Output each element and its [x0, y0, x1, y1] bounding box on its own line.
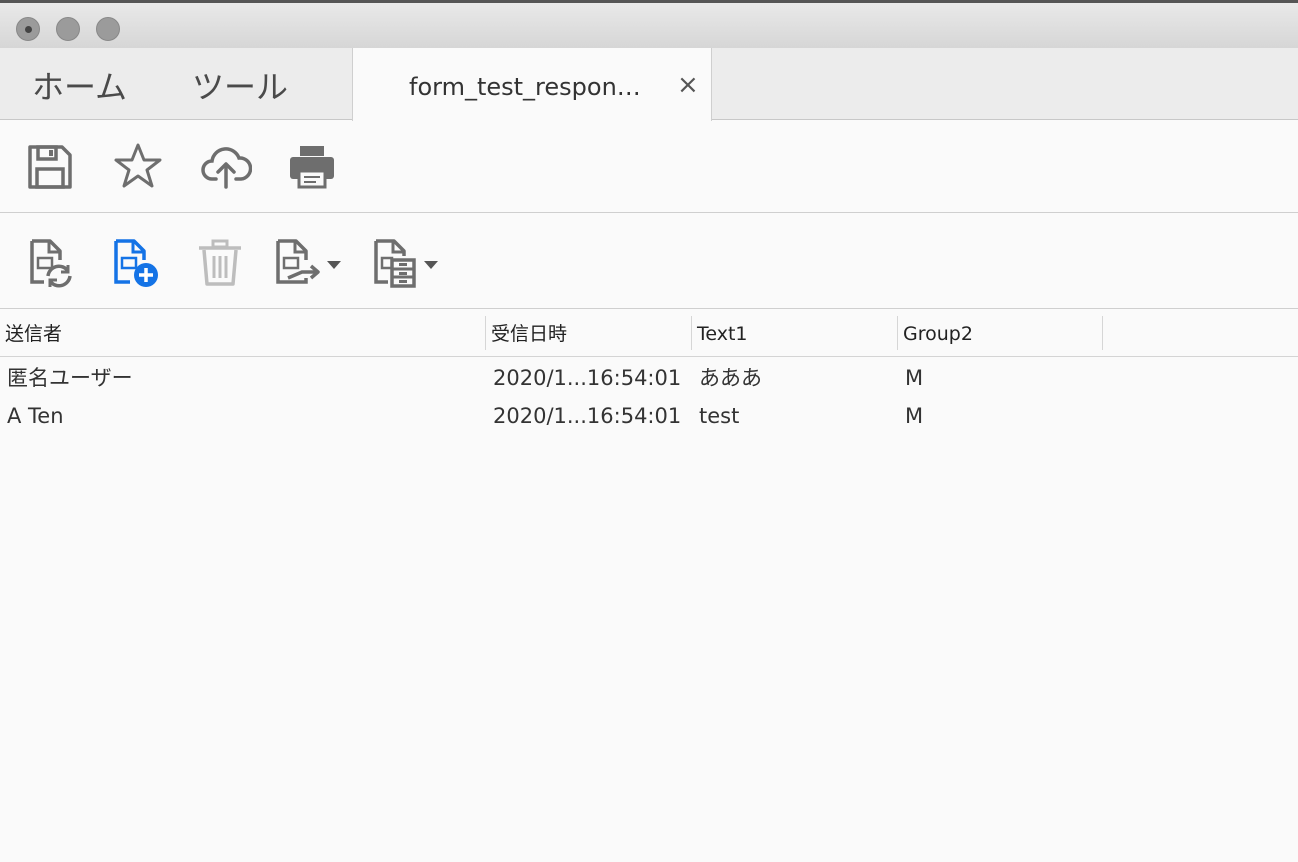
file-cabinet-icon — [374, 239, 416, 288]
cell-group2: M — [905, 366, 924, 390]
bookmark-button[interactable] — [112, 141, 164, 193]
star-icon — [114, 143, 162, 188]
refresh-file-icon — [30, 239, 72, 288]
cloud-upload-icon — [201, 147, 253, 189]
merge-dropdown-icon[interactable] — [424, 261, 438, 269]
cell-group2: M — [905, 404, 924, 428]
table-row[interactable]: A Ten 2020/1...16:54:01 test M — [0, 397, 1298, 435]
save-button[interactable] — [24, 141, 76, 193]
export-file-icon — [276, 239, 320, 284]
add-response-button[interactable] — [110, 238, 162, 290]
tab-bar: ホーム ツール form_test_respon… × — [0, 48, 1298, 121]
export-dropdown-icon[interactable] — [327, 261, 341, 269]
main-toolbar — [0, 121, 1298, 213]
tab-document-label: form_test_respon… — [409, 73, 641, 101]
column-divider[interactable] — [485, 316, 486, 350]
cell-text1: test — [699, 404, 740, 428]
cell-sender: 匿名ユーザー — [7, 366, 133, 390]
column-divider[interactable] — [691, 316, 692, 350]
column-header-received[interactable]: 受信日時 — [491, 317, 567, 351]
window-titlebar — [0, 0, 1298, 48]
minimize-window-button[interactable] — [56, 17, 80, 41]
tab-home[interactable]: ホーム — [32, 62, 127, 108]
trash-icon — [199, 239, 241, 286]
column-header-text1[interactable]: Text1 — [697, 317, 748, 351]
table-row[interactable]: 匿名ユーザー 2020/1...16:54:01 あああ M — [0, 359, 1298, 397]
column-header-sender[interactable]: 送信者 — [5, 317, 62, 351]
zoom-window-button[interactable] — [96, 17, 120, 41]
table-header: 送信者 受信日時 Text1 Group2 — [0, 310, 1298, 357]
delete-response-button[interactable] — [194, 238, 246, 290]
export-responses-button[interactable] — [272, 238, 324, 290]
column-header-group2[interactable]: Group2 — [903, 317, 973, 351]
upload-button[interactable] — [200, 141, 253, 193]
cell-text1: あああ — [699, 366, 762, 390]
cell-received: 2020/1...16:54:01 — [493, 404, 682, 428]
add-file-icon — [114, 239, 158, 287]
print-icon — [290, 146, 334, 189]
tab-document[interactable]: form_test_respon… × — [352, 48, 712, 121]
merge-responses-button[interactable] — [370, 238, 422, 290]
column-divider[interactable] — [1102, 316, 1103, 350]
close-window-button[interactable] — [16, 17, 40, 41]
print-button[interactable] — [286, 141, 338, 193]
tab-tools[interactable]: ツール — [192, 62, 288, 108]
refresh-responses-button[interactable] — [26, 238, 78, 290]
cell-received: 2020/1...16:54:01 — [493, 366, 682, 390]
response-toolbar — [0, 214, 1298, 309]
save-icon — [28, 145, 72, 189]
cell-sender: A Ten — [7, 404, 64, 428]
close-tab-icon[interactable]: × — [677, 70, 699, 100]
column-divider[interactable] — [897, 316, 898, 350]
